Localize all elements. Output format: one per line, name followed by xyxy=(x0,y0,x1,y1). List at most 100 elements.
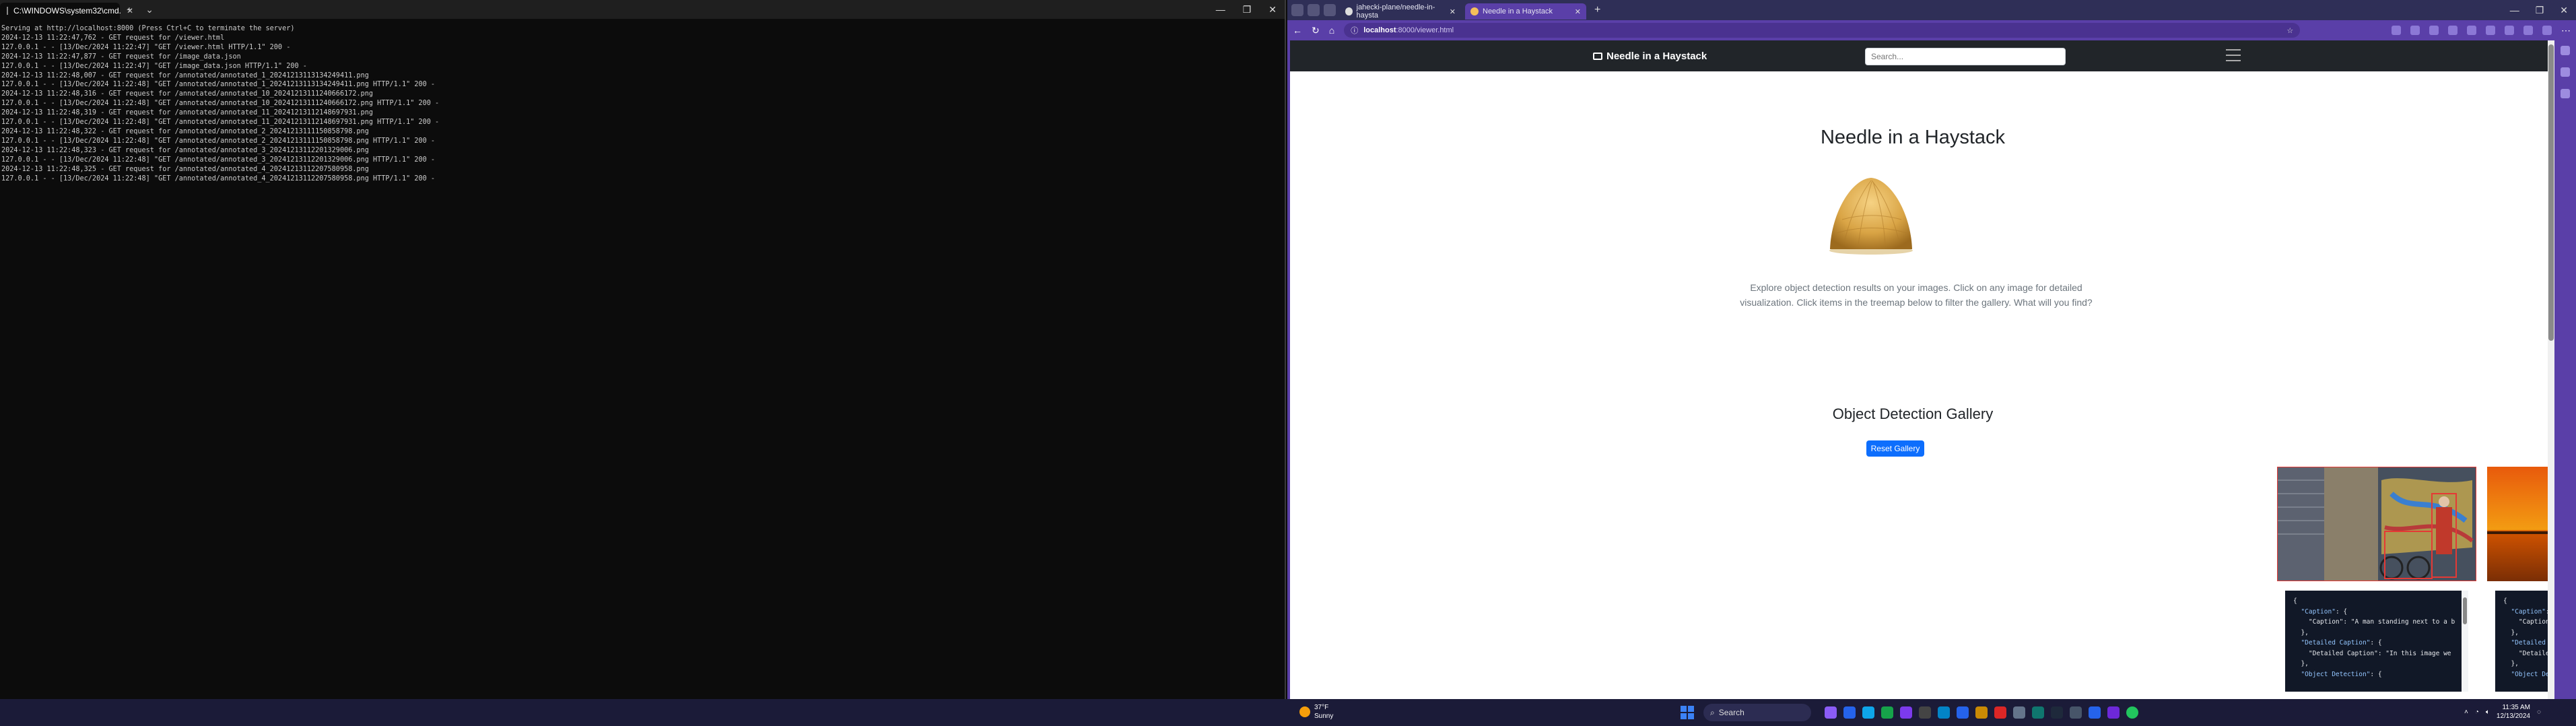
page-viewport[interactable]: Needle in a Haystack Needle in a Haystac… xyxy=(1287,40,2554,699)
tab-needle-haystack[interactable]: Needle in a Haystack ✕ xyxy=(1465,3,1586,20)
weather-widget[interactable]: 37°F Sunny xyxy=(1299,703,1333,721)
browser-tabbar: jahecki-plane/needle-in-haysta ✕ Needle … xyxy=(1287,0,2576,20)
json-scrollbar[interactable] xyxy=(2462,591,2468,692)
page-favicon-icon xyxy=(1470,7,1479,15)
reset-gallery-button[interactable]: Reset Gallery xyxy=(1866,440,1924,457)
clock-date: 12/13/2024 xyxy=(2496,713,2530,720)
site-navbar: Needle in a Haystack xyxy=(1290,40,2554,71)
collections-icon[interactable] xyxy=(2486,26,2495,35)
refresh-icon[interactable]: ↻ xyxy=(1312,25,1320,36)
outlook-icon[interactable] xyxy=(1957,706,1969,719)
start-button[interactable] xyxy=(1681,706,1694,719)
sun-icon xyxy=(1299,706,1310,717)
new-tab-button[interactable]: + xyxy=(1590,4,1604,16)
edge-icon[interactable] xyxy=(1862,706,1874,719)
close-window-button[interactable]: ✕ xyxy=(2560,5,2568,16)
github-icon[interactable] xyxy=(2051,706,2063,719)
favorite-star-icon[interactable]: ☆ xyxy=(2286,26,2293,35)
maximize-button[interactable]: ❐ xyxy=(2536,5,2544,16)
notifications-icon[interactable]: ◌ xyxy=(2537,708,2541,716)
navbar-toggler-button[interactable] xyxy=(2226,49,2241,61)
terminal-line: 2024-12-13 11:22:48,322 - GET request fo… xyxy=(1,127,369,135)
copilot-icon[interactable] xyxy=(2561,67,2570,77)
app-icon[interactable] xyxy=(1938,706,1950,719)
close-tab-icon[interactable]: ✕ xyxy=(1450,7,1456,16)
vscode-icon[interactable] xyxy=(2089,706,2101,719)
terminal-line: 127.0.0.1 - - [13/Dec/2024 11:22:48] "GE… xyxy=(1,100,440,108)
close-window-button[interactable]: ✕ xyxy=(1268,4,1277,15)
volume-icon[interactable]: 🔈︎ xyxy=(2486,708,2490,716)
terminal-window[interactable]: C:\WINDOWS\system32\cmd. ✕ + ⌄ — ❐ ✕ Ser… xyxy=(0,0,1286,699)
windows-taskbar: 37°F Sunny ⌕ Search ˄ ◔ 🔈︎ 11:35 AM 12/1… xyxy=(0,699,2576,726)
search-icon[interactable] xyxy=(2561,46,2570,55)
task-view-icon[interactable] xyxy=(1825,706,1837,719)
workspaces-icon[interactable] xyxy=(1291,4,1303,16)
app-icon[interactable] xyxy=(2107,706,2120,719)
terminal-line: 2024-12-13 11:22:48,007 - GET request fo… xyxy=(1,71,369,79)
hero-description: Explore object detection results on your… xyxy=(1740,282,2093,308)
browser-toolbar: ← ↻ ⌂ ⓘ localhost:8000/viewer.html ☆ ⋯ xyxy=(1287,20,2576,40)
home-icon[interactable]: ⌂ xyxy=(1329,25,1334,36)
terminal-output[interactable]: Serving at http://localhost:8000 (Press … xyxy=(0,19,1285,189)
maximize-button[interactable]: ❐ xyxy=(1243,4,1252,15)
terminal-tab-title: C:\WINDOWS\system32\cmd. xyxy=(13,6,122,15)
app-icon[interactable] xyxy=(2070,706,2082,719)
terminal-line: Serving at http://localhost:8000 (Press … xyxy=(1,25,295,32)
clock[interactable]: 11:35 AM 12/13/2024 xyxy=(2497,703,2530,721)
network-icon[interactable]: ◔ xyxy=(2475,708,2479,716)
chevron-up-icon[interactable]: ˄ xyxy=(2464,708,2468,716)
json-viewer[interactable]: { "Caption": { "Caption": "A man standin… xyxy=(2285,591,2468,692)
tab-actions-icon[interactable] xyxy=(1308,4,1320,16)
add-icon[interactable] xyxy=(2561,89,2570,98)
terminal-tab[interactable]: C:\WINDOWS\system32\cmd. ✕ xyxy=(0,3,133,19)
folder-icon[interactable] xyxy=(1975,706,1988,719)
terminal-icon[interactable] xyxy=(1919,706,1931,719)
extension-icon[interactable] xyxy=(2429,26,2439,35)
terminal-line: 2024-12-13 11:22:48,319 - GET request fo… xyxy=(1,109,374,117)
taskbar-search[interactable]: ⌕ Search xyxy=(1703,704,1811,721)
gallery-card[interactable]: { "Caption": { "Caption": "A man standin… xyxy=(2276,466,2477,699)
app-icon[interactable] xyxy=(1994,706,2006,719)
terminal-titlebar: C:\WINDOWS\system32\cmd. ✕ + ⌄ — ❐ ✕ xyxy=(0,0,1285,19)
minimize-button[interactable]: — xyxy=(1216,4,1225,15)
gallery-image-street[interactable] xyxy=(2276,466,2477,582)
tab-github[interactable]: jahecki-plane/needle-in-haysta ✕ xyxy=(1340,3,1461,20)
spotify-icon[interactable] xyxy=(2126,706,2138,719)
chevron-down-icon[interactable]: ⌄ xyxy=(139,4,160,15)
close-tab-icon[interactable]: ✕ xyxy=(1575,7,1581,16)
gallery-title: Object Detection Gallery xyxy=(1832,405,1994,422)
json-caption: "Caption": "A man standing next to a b xyxy=(2308,618,2455,626)
back-icon[interactable]: ← xyxy=(1293,25,1302,36)
more-menu-icon[interactable]: ⋯ xyxy=(2561,25,2571,36)
address-host: localhost xyxy=(1363,26,1396,34)
gallery-card[interactable] xyxy=(2490,467,2536,699)
favorites-icon[interactable] xyxy=(2467,26,2476,35)
browser-window[interactable]: jahecki-plane/needle-in-haysta ✕ Needle … xyxy=(1287,0,2576,699)
app-icon[interactable] xyxy=(1881,706,1893,719)
navbar-brand[interactable]: Needle in a Haystack xyxy=(1593,51,1707,62)
downloads-icon[interactable] xyxy=(2523,26,2533,35)
page-scrollbar[interactable] xyxy=(2548,40,2554,699)
page-title: Needle in a Haystack xyxy=(1820,127,2006,148)
vertical-tabs-icon[interactable] xyxy=(1324,4,1336,16)
terminal-line: 127.0.0.1 - - [13/Dec/2024 11:22:48] "GE… xyxy=(1,174,436,183)
new-tab-button[interactable]: + xyxy=(120,4,139,15)
minimize-button[interactable]: — xyxy=(2510,5,2519,16)
terminal-line: 2024-12-13 11:22:48,316 - GET request fo… xyxy=(1,90,374,98)
info-icon[interactable]: ⓘ xyxy=(1351,25,1358,36)
history-icon[interactable] xyxy=(2505,26,2514,35)
search-input[interactable] xyxy=(1865,48,2066,65)
extension-icon[interactable] xyxy=(2410,26,2420,35)
app-icon[interactable] xyxy=(2013,706,2025,719)
address-bar[interactable]: ⓘ localhost:8000/viewer.html ☆ xyxy=(1344,23,2301,38)
extension-icon[interactable] xyxy=(2392,26,2401,35)
copilot-icon[interactable] xyxy=(2542,26,2552,35)
terminal-line: 2024-12-13 11:22:48,323 - GET request fo… xyxy=(1,146,369,154)
explorer-icon[interactable] xyxy=(1843,706,1856,719)
split-screen-icon[interactable] xyxy=(2448,26,2458,35)
app-icon[interactable] xyxy=(1900,706,1912,719)
tab-label: Needle in a Haystack xyxy=(1483,7,1553,15)
app-icon[interactable] xyxy=(2032,706,2044,719)
terminal-line: 2024-12-13 11:22:47,877 - GET request fo… xyxy=(1,53,241,61)
browser-extensions: ⋯ xyxy=(2392,25,2571,36)
